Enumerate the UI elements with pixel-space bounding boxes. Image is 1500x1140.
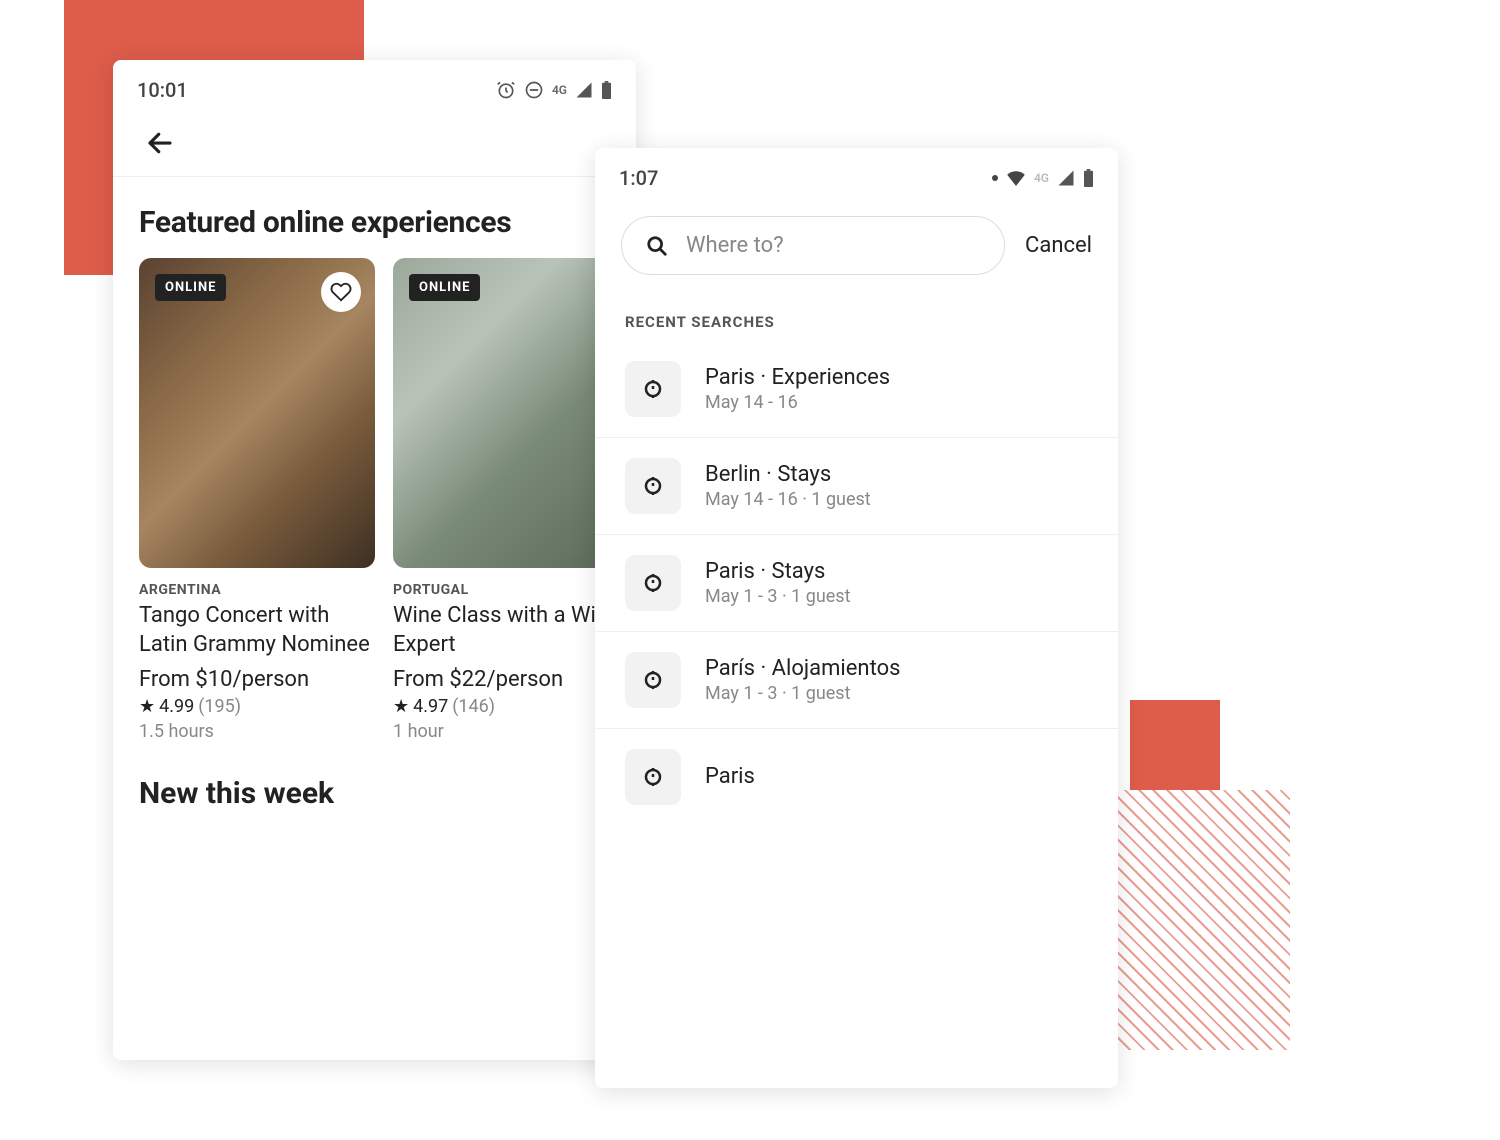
back-arrow-icon[interactable] [145, 128, 175, 158]
signal-icon [575, 81, 593, 99]
recent-title: Paris [705, 764, 755, 789]
experience-card[interactable]: ONLINE ARGENTINA Tango Concert with Lati… [139, 258, 375, 742]
recent-title: Berlin · Stays [705, 462, 871, 487]
history-icon-box [625, 458, 681, 514]
recent-searches-label: RECENT SEARCHES [595, 285, 1118, 341]
card-rating: ★ 4.97 (146) [393, 696, 629, 717]
online-badge: ONLINE [409, 274, 480, 301]
battery-icon [1083, 169, 1094, 187]
cards-row[interactable]: ONLINE ARGENTINA Tango Concert with Lati… [113, 258, 636, 742]
history-icon-box [625, 555, 681, 611]
card-country: ARGENTINA [139, 582, 375, 598]
new-this-week-title: New this week [113, 742, 636, 829]
card-title: Wine Class with a Wine Expert [393, 602, 629, 659]
wifi-icon [1006, 170, 1026, 186]
rating-value: 4.99 [159, 696, 194, 717]
card-image: ONLINE [393, 258, 629, 568]
rating-value: 4.97 [413, 696, 448, 717]
search-input[interactable]: Where to? [621, 216, 1005, 275]
history-icon [641, 377, 665, 401]
recent-search-item[interactable]: Paris [595, 729, 1118, 825]
star-icon: ★ [393, 696, 409, 717]
search-icon [646, 235, 668, 257]
favorite-button[interactable] [321, 272, 361, 312]
decorative-red-block-small [1130, 700, 1220, 790]
dot-icon [992, 175, 998, 181]
card-title: Tango Concert with Latin Grammy Nominee [139, 602, 375, 659]
recent-search-item[interactable]: Berlin · Stays May 14 - 16 · 1 guest [595, 438, 1118, 535]
status-bar: 10:01 4G [113, 60, 636, 110]
card-duration: 1.5 hours [139, 721, 375, 742]
history-icon-box [625, 749, 681, 805]
recent-search-item[interactable]: Paris · Experiences May 14 - 16 [595, 341, 1118, 438]
recent-subtitle: May 1 - 3 · 1 guest [705, 586, 850, 607]
star-icon: ★ [139, 696, 155, 717]
featured-title: Featured online experiences [113, 177, 636, 258]
status-time: 1:07 [619, 166, 658, 190]
card-price: From $22/person [393, 667, 629, 692]
history-icon [641, 668, 665, 692]
experience-card[interactable]: ONLINE PORTUGAL Wine Class with a Wine E… [393, 258, 629, 742]
recent-search-item[interactable]: París · Alojamientos May 1 - 3 · 1 guest [595, 632, 1118, 729]
status-bar: 1:07 4G [595, 148, 1118, 198]
card-rating: ★ 4.99 (195) [139, 696, 375, 717]
rating-count: (146) [452, 696, 495, 717]
cancel-button[interactable]: Cancel [1025, 233, 1092, 258]
history-icon [641, 765, 665, 789]
card-duration: 1 hour [393, 721, 629, 742]
history-icon [641, 474, 665, 498]
battery-icon [601, 81, 612, 99]
phone-featured: 10:01 4G Featured online experiences ONL… [113, 60, 636, 1060]
alarm-icon [496, 80, 516, 100]
heart-icon [330, 281, 352, 303]
history-icon-box [625, 361, 681, 417]
recent-subtitle: May 1 - 3 · 1 guest [705, 683, 900, 704]
search-row: Where to? Cancel [595, 198, 1118, 285]
network-label: 4G [1034, 171, 1049, 185]
card-price: From $10/person [139, 667, 375, 692]
phone-search: 1:07 4G Where to? Cancel RECENT SEARCHES… [595, 148, 1118, 1088]
recent-search-item[interactable]: Paris · Stays May 1 - 3 · 1 guest [595, 535, 1118, 632]
search-placeholder: Where to? [686, 233, 784, 258]
recent-subtitle: May 14 - 16 · 1 guest [705, 489, 871, 510]
status-time: 10:01 [137, 78, 188, 102]
recent-title: Paris · Experiences [705, 365, 890, 390]
signal-icon [1057, 169, 1075, 187]
do-not-disturb-icon [524, 80, 544, 100]
history-icon [641, 571, 665, 595]
card-image: ONLINE [139, 258, 375, 568]
recent-title: París · Alojamientos [705, 656, 900, 681]
recent-title: Paris · Stays [705, 559, 850, 584]
status-icons: 4G [992, 169, 1094, 187]
status-icons: 4G [496, 80, 612, 100]
online-badge: ONLINE [155, 274, 226, 301]
rating-count: (195) [198, 696, 241, 717]
card-country: PORTUGAL [393, 582, 629, 598]
network-label: 4G [552, 83, 567, 97]
recent-subtitle: May 14 - 16 [705, 392, 890, 413]
history-icon-box [625, 652, 681, 708]
